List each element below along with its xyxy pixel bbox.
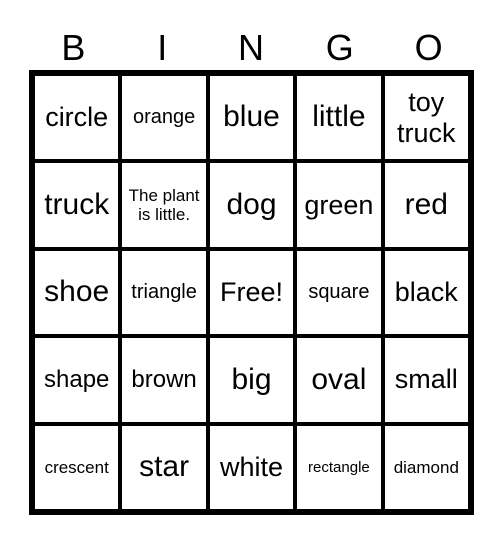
bingo-cell: big — [207, 336, 296, 424]
bingo-cell: black — [382, 248, 470, 337]
bingo-cell: triangle — [120, 248, 208, 337]
bingo-cell: shoe — [33, 248, 121, 337]
header-letter-b: B — [61, 27, 86, 68]
bingo-cell: truck — [33, 161, 121, 249]
bingo-cell: toy truck — [382, 74, 470, 162]
header-letter-o: O — [414, 27, 443, 68]
bingo-cell: oval — [295, 336, 383, 424]
bingo-grid: circle orange blue little toy truck truc… — [29, 70, 474, 515]
bingo-header: B I N G O — [29, 26, 473, 70]
bingo-cell: The plant is little. — [120, 161, 208, 249]
header-letter-n: N — [237, 27, 264, 68]
bingo-cell: diamond — [382, 423, 470, 511]
bingo-cell: blue — [207, 74, 296, 162]
bingo-cell: brown — [120, 336, 208, 424]
bingo-cell: shape — [33, 336, 121, 424]
header-letter-i: I — [157, 27, 168, 68]
bingo-cell: star — [120, 423, 208, 511]
bingo-cell: circle — [33, 74, 121, 162]
bingo-cell: red — [382, 161, 470, 249]
bingo-cell: dog — [207, 161, 296, 249]
bingo-cell: crescent — [33, 423, 121, 511]
bingo-cell: rectangle — [295, 423, 383, 511]
header-letter-g: G — [325, 27, 354, 68]
bingo-cell: orange — [120, 74, 208, 162]
bingo-cell: green — [295, 161, 383, 249]
bingo-cell: square — [295, 248, 383, 337]
bingo-cell: white — [207, 423, 296, 511]
free-space-cell: Free! — [207, 248, 296, 337]
bingo-cell: small — [382, 336, 470, 424]
bingo-cell: little — [295, 74, 383, 162]
